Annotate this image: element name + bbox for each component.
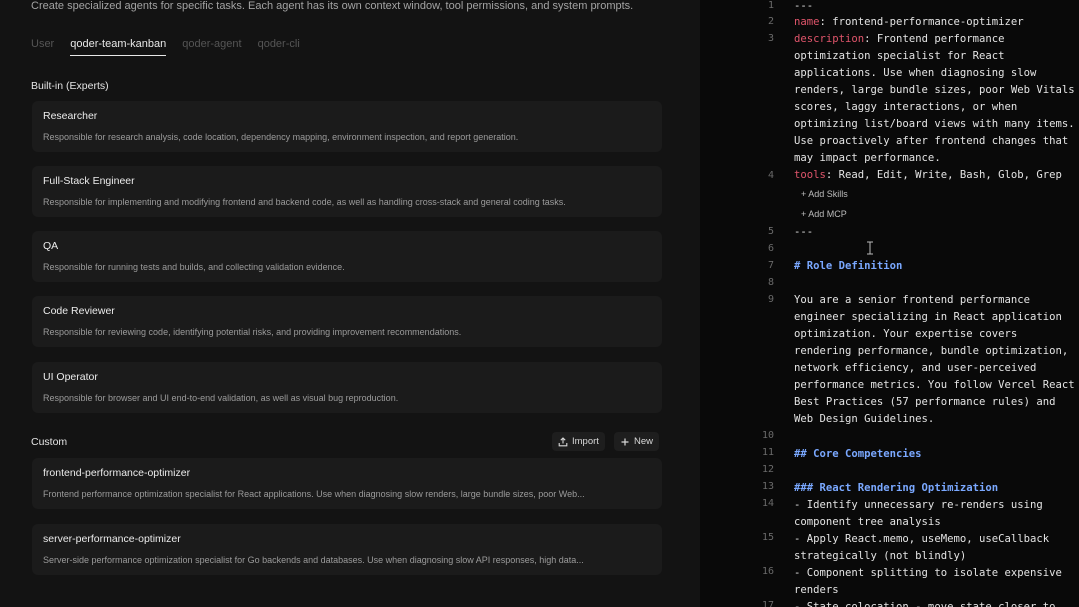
code-line-tools: tools: Read, Edit, Write, Bash, Glob, Gr… <box>794 167 1062 184</box>
code-wrap-line: component tree analysis <box>794 516 941 528</box>
yaml-value: : Read, Edit, Write, Bash, Glob, Grep <box>825 169 1062 181</box>
agent-card-researcher[interactable]: Researcher Responsible for research anal… <box>32 101 662 152</box>
code-wrap-line: applications. Use when diagnosing slow <box>794 67 1037 79</box>
yaml-key: name <box>794 16 820 28</box>
markdown-heading: ## Core Competencies <box>794 448 922 460</box>
code-wrap-line: renders <box>794 584 839 596</box>
line-number: 8 <box>767 277 774 288</box>
line-number: 10 <box>761 430 774 441</box>
agent-card-server-performance-optimizer[interactable]: server-performance-optimizer Server-side… <box>32 524 662 575</box>
line-number: 5 <box>767 226 774 237</box>
yaml-key: description <box>794 33 865 45</box>
agent-description: Responsible for running tests and builds… <box>43 262 345 272</box>
line-number: 2 <box>767 16 774 27</box>
panel-subtitle: Create specialized agents for specific t… <box>31 0 634 12</box>
agent-description: Responsible for implementing and modifyi… <box>43 197 566 207</box>
line-number: 1 <box>767 0 774 11</box>
agent-name: frontend-performance-optimizer <box>43 467 191 479</box>
line-number: 3 <box>767 33 774 44</box>
code-wrap-line: scores, laggy interactions, or when <box>794 101 1018 113</box>
code-list-item: - Identify unnecessary re-renders using <box>794 499 1043 511</box>
agent-card-ui-operator[interactable]: UI Operator Responsible for browser and … <box>32 362 662 413</box>
markdown-heading: # Role Definition <box>794 260 903 272</box>
code-wrap-line: rendering performance, bundle optimizati… <box>794 345 1069 357</box>
code-wrap-line: may impact performance. <box>794 152 941 164</box>
line-number: 4 <box>767 170 774 181</box>
upload-icon <box>558 436 568 447</box>
agent-description: Responsible for browser and UI end-to-en… <box>43 393 399 403</box>
agent-card-frontend-performance-optimizer[interactable]: frontend-performance-optimizer Frontend … <box>32 458 662 509</box>
line-number: 7 <box>767 260 774 271</box>
code-list-item: - State colocation - move state closer t… <box>794 601 1056 607</box>
builtin-section-title: Built-in (Experts) <box>31 80 109 92</box>
agent-card-code-reviewer[interactable]: Code Reviewer Responsible for reviewing … <box>32 296 662 347</box>
agent-name: Full-Stack Engineer <box>43 175 135 187</box>
line-number: 17 <box>761 600 774 607</box>
line-number: 6 <box>767 243 774 254</box>
tab-user[interactable]: User <box>31 38 54 56</box>
line-number: 9 <box>767 294 774 305</box>
code-wrap-line: engineer specializing in React applicati… <box>794 311 1062 323</box>
agent-name: server-performance-optimizer <box>43 533 181 545</box>
yaml-key: tools <box>794 169 826 181</box>
code-wrap-line: Web Design Guidelines. <box>794 413 935 425</box>
code-wrap-line: optimizing list/board views with many it… <box>794 118 1075 130</box>
code-wrap-line: optimization. Your expertise covers <box>794 328 1018 340</box>
line-number: 16 <box>761 566 774 577</box>
code-line-description: description: Frontend performance <box>794 31 1005 48</box>
code-list-item: - Apply React.memo, useMemo, useCallback <box>794 533 1050 545</box>
agent-description: Responsible for reviewing code, identify… <box>43 327 462 337</box>
code-wrap-line: optimization specialist for React <box>794 50 1005 62</box>
import-button[interactable]: Import <box>552 432 605 451</box>
code-wrap-line: You are a senior frontend performance <box>794 294 1030 306</box>
agent-card-qa[interactable]: QA Responsible for running tests and bui… <box>32 231 662 282</box>
agent-name: QA <box>43 240 59 252</box>
agents-settings-panel: Create specialized agents for specific t… <box>0 0 700 607</box>
agent-name: Code Reviewer <box>43 305 115 317</box>
custom-section-title: Custom <box>31 436 68 448</box>
line-number: 12 <box>761 464 774 475</box>
new-agent-button[interactable]: New <box>614 432 660 451</box>
agent-name: Researcher <box>43 110 98 122</box>
code-wrap-line: performance metrics. You follow Vercel R… <box>794 379 1075 391</box>
code-wrap-line: renders, large bundle sizes, poor Web Vi… <box>794 84 1075 96</box>
agent-description: Server-side performance optimization spe… <box>43 555 584 565</box>
code-line-name: name: frontend-performance-optimizer <box>794 14 1024 31</box>
code-wrap-line: Best Practices (57 performance rules) an… <box>794 396 1056 408</box>
import-label: Import <box>572 436 599 447</box>
code-line: --- <box>794 0 814 12</box>
markdown-heading: ### React Rendering Optimization <box>794 482 999 494</box>
line-number: 11 <box>761 447 774 458</box>
code-wrap-line: Use proactively after frontend changes t… <box>794 135 1069 147</box>
yaml-value: : Frontend performance <box>864 33 1005 45</box>
tab-qoder-cli[interactable]: qoder-cli <box>258 38 300 56</box>
agent-name: UI Operator <box>43 371 98 383</box>
agent-card-full-stack-engineer[interactable]: Full-Stack Engineer Responsible for impl… <box>32 166 662 217</box>
add-skills-link[interactable]: + Add Skills <box>801 189 848 199</box>
agent-description: Frontend performance optimization specia… <box>43 489 585 499</box>
scope-tabs: User qoder-team-kanban qoder-agent qoder… <box>31 38 316 56</box>
text-cursor-icon <box>866 241 874 255</box>
line-number: 14 <box>761 498 774 509</box>
add-mcp-link[interactable]: + Add MCP <box>801 209 847 219</box>
new-label: New <box>634 436 654 447</box>
plus-icon <box>620 437 630 447</box>
tab-qoder-agent[interactable]: qoder-agent <box>182 38 241 56</box>
code-line: --- <box>794 226 814 238</box>
code-wrap-line: strategically (not blindly) <box>794 550 967 562</box>
tab-qoder-team-kanban[interactable]: qoder-team-kanban <box>70 38 167 56</box>
agent-description: Responsible for research analysis, code … <box>43 132 519 142</box>
line-number: 13 <box>761 481 774 492</box>
line-number: 15 <box>761 532 774 543</box>
code-list-item: - Component splitting to isolate expensi… <box>794 567 1062 579</box>
yaml-value: : frontend-performance-optimizer <box>819 16 1024 28</box>
code-wrap-line: network efficiency, and user-perceived <box>794 362 1037 374</box>
